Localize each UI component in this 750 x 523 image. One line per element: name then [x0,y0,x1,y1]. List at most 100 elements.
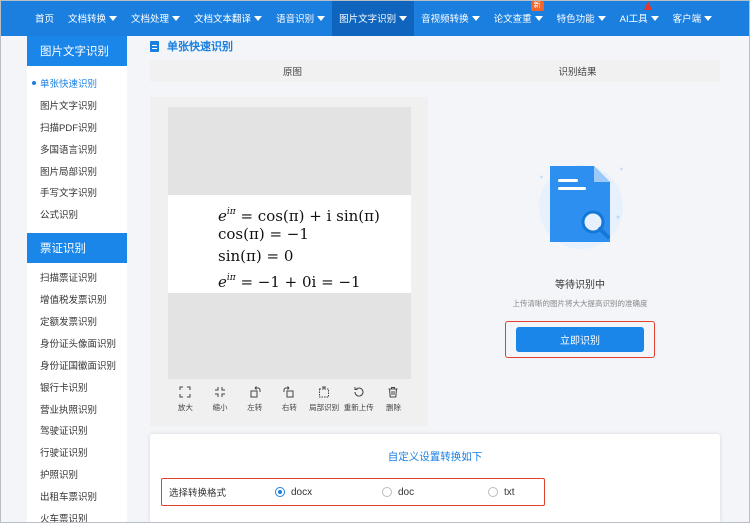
sidebar-item[interactable]: 银行卡识别 [27,376,127,398]
nav-item[interactable]: 论文查重 新 [487,0,550,36]
sidebar-item[interactable]: 身份证国徽面识别 [27,354,127,376]
radio-circle [488,487,498,497]
shrink-icon [215,387,226,397]
trash-icon [388,387,398,398]
caret-down-icon [704,15,713,21]
recognize-now-button[interactable]: 立即识别 [516,327,644,352]
nav-item[interactable]: 图片文字识别 [332,0,415,36]
formula-text: = −1 + 0i = −1 [235,273,361,291]
caret-down-icon [317,15,326,21]
sidebar-item-label: 图片文字识别 [40,100,98,112]
formula-line: eiπ = cos(π) + i sin(π) [218,201,411,225]
rotate-right-button[interactable]: 右转 [272,386,307,422]
nav-item[interactable]: 音视频转换 [414,0,487,36]
sidebar-item-label: 出租车票识别 [40,492,98,504]
nav-item-label: 论文查重 [493,14,532,25]
reupload-button[interactable]: 重新上传 [341,386,376,422]
nav-item-label: 语音识别 [276,14,315,25]
formula-base: e [218,273,227,291]
delete-button[interactable]: 删除 [376,386,411,422]
rotate-right-label: 右转 [281,403,297,412]
sidebar-item[interactable]: 增值税发票识别 [27,288,127,310]
sidebar-item[interactable]: 扫描PDF识别 [27,116,127,138]
sidebar-item[interactable]: 图片文字识别 [27,94,127,116]
sidebar-item[interactable]: 手写文字识别 [27,181,127,203]
sidebar-item[interactable]: 火车票识别 [27,507,127,523]
partial-recognize-button[interactable]: 局部识别 [307,386,342,422]
recognize-button-highlight: 立即识别 [505,321,655,358]
sidebar-item[interactable]: 驾驶证识别 [27,419,127,441]
sidebar-item-label: 手写文字识别 [40,188,98,200]
expand-icon [179,386,191,398]
sidebar-item[interactable]: 营业执照识别 [27,398,127,420]
rotate-left-icon [250,386,261,398]
format-option-doc[interactable]: doc [382,487,414,498]
nav-item-label: 首页 [35,14,55,25]
nav-item-label: AI工具 [619,14,648,25]
rotate-left-button[interactable]: 左转 [237,386,272,422]
formula-image: eiπ = cos(π) + i sin(π) cos(π) = −1 sin(π)… [168,195,411,293]
format-option-label: doc [398,486,415,498]
nav-item-label: 特色功能 [556,14,595,25]
format-option-label: docx [291,486,313,498]
sidebar-section-ticket-title: 票证识别 [27,233,127,264]
nav-item[interactable]: 文档文本翻译 [187,0,269,36]
sidebar-item[interactable]: 行驶证识别 [27,441,127,463]
nav-item[interactable]: 语音识别 [269,0,332,36]
format-option-docx[interactable]: docx [275,487,312,498]
formula-text: cos(π) = −1 [218,225,309,243]
sidebar-item-label: 定额发票识别 [40,316,98,328]
sidebar-item[interactable]: 出租车票识别 [27,485,127,507]
nav-item-label: 文档文本翻译 [194,14,252,25]
caret-down-icon [172,15,181,21]
sidebar-item[interactable]: 图片局部识别 [27,160,127,182]
format-option-txt[interactable]: txt [488,487,515,498]
crop-icon [319,386,330,398]
zoom-out-button[interactable]: 缩小 [203,386,238,422]
image-toolbar: 放大 缩小 左转 右转 局部识别 重新上传 删除 [168,386,411,422]
document-search-illustration-icon [539,165,623,249]
sidebar-item[interactable]: 护照识别 [27,463,127,485]
preview-padding-bottom [168,293,411,379]
caret-down-icon [254,15,263,21]
zoom-in-button[interactable]: 放大 [168,386,203,422]
sidebar-item-label: 火车票识别 [40,513,88,523]
caret-down-icon [109,15,118,21]
sidebar-item-label: 营业执照识别 [40,404,98,416]
sidebar-item[interactable]: 公式识别 [27,203,127,225]
hot-icon [643,1,652,10]
zoom-in-label: 放大 [177,403,193,412]
nav-item[interactable]: 文档处理 [124,0,187,36]
nav-item[interactable]: 文档转换 [61,0,124,36]
nav-item-label: 图片文字识别 [339,14,397,25]
column-result-label: 识别结果 [558,67,597,78]
sidebar: 图片文字识别 单张快速识别 图片文字识别 扫描PDF识别 多国语言识别 图片局部识别 手写… [27,36,127,523]
zoom-out-label: 缩小 [212,403,228,412]
nav-item-label: 文档处理 [131,14,170,25]
new-badge: 新 [530,1,544,11]
page-title: 单张快速识别 [150,38,233,54]
sidebar-item-label: 身份证头像面识别 [40,338,117,350]
nav-item[interactable]: 特色功能 [550,0,613,36]
sidebar-item-label: 银行卡识别 [40,382,88,394]
settings-panel: 自定义设置转换如下 选择转换格式 docx doc txt [150,434,720,523]
caret-down-icon [471,15,480,21]
nav-item[interactable]: 首页 [28,0,61,36]
sidebar-item[interactable]: 单张快速识别 [27,72,127,94]
formula-exponent: iπ [226,273,236,283]
caret-down-icon [534,15,543,21]
nav-item[interactable]: 客户端 [666,0,720,36]
result-status-text: 等待识别中 [555,280,605,291]
formula-line: eiπ = −1 + 0i = −1 [218,267,411,291]
nav-item[interactable]: AI工具 [613,0,666,36]
sidebar-item-label: 护照识别 [40,470,79,482]
refresh-icon [354,387,364,397]
active-dot-icon [32,80,36,85]
sidebar-item[interactable]: 定额发票识别 [27,310,127,332]
sidebar-item[interactable]: 扫描票证识别 [27,266,127,288]
radio-circle [275,487,285,497]
sidebar-item-label: 单张快速识别 [40,78,98,90]
radio-circle [382,487,392,497]
sidebar-item[interactable]: 身份证头像面识别 [27,332,127,354]
sidebar-item[interactable]: 多国语言识别 [27,138,127,160]
